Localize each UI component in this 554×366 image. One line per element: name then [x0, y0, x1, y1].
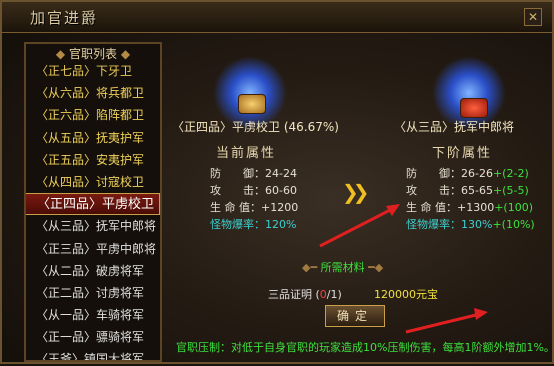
- stat-value: 24-24: [265, 167, 297, 180]
- material-count-have: 0: [319, 288, 327, 301]
- stat-label: 攻 击：: [210, 184, 265, 197]
- current-rank-progress: (46.67%): [283, 120, 339, 134]
- material-requirement: 三品证明 (0/1): [268, 288, 342, 301]
- next-crit: 怪物爆率：130%+(10%): [406, 216, 535, 232]
- next-hp: 生 命 值：+1300+(100): [406, 199, 533, 215]
- stat-label: 生 命 值：: [406, 201, 457, 214]
- next-rank-seal-icon: [460, 98, 488, 118]
- next-rank-label: 〈从三品〉抚军中郎将: [394, 120, 515, 134]
- ornament-icon: ◆━: [302, 261, 318, 274]
- rank-suppression-note: 官职压制：对低于自身官职的玩家造成10%压制伤害，每高1阶额外增加1%。: [176, 341, 554, 354]
- rank-list-item[interactable]: 〈正七品〉下牙卫: [30, 60, 156, 82]
- double-chevron-right-icon: ❯❯: [342, 180, 369, 204]
- stat-value: 130%: [461, 218, 493, 231]
- rank-list-item[interactable]: 〈从四品〉讨寇校卫: [30, 171, 156, 193]
- rank-list-item[interactable]: 〈正四品〉平虏校卫: [26, 193, 160, 216]
- rank-list-item[interactable]: 〈从二品〉破虏将军: [30, 260, 156, 282]
- rank-list-title: 官职列表: [68, 47, 117, 61]
- stat-value: +1300: [457, 201, 495, 214]
- stat-label: 生 命 值：: [210, 201, 261, 214]
- current-rank-seal-icon: [238, 94, 266, 114]
- current-rank-name: 〈正四品〉平虏校卫: [172, 120, 281, 134]
- rank-list-item[interactable]: 〈从六品〉将兵都卫: [30, 82, 156, 104]
- materials-title-text: 所需材料: [320, 261, 365, 274]
- stat-increase: +(100): [494, 201, 534, 214]
- close-icon[interactable]: ✕: [524, 8, 542, 26]
- window-title: 加官进爵: [30, 9, 99, 27]
- stat-label: 防 御：: [210, 167, 265, 180]
- current-attributes-title: 当前属性: [216, 146, 277, 161]
- current-attack: 攻 击：60-60: [210, 182, 297, 198]
- materials-title: ◆━ 所需材料 ━◆: [302, 259, 383, 275]
- confirm-button[interactable]: 确定: [325, 305, 385, 327]
- ornament-icon: ━◆: [368, 261, 384, 274]
- rank-list-item[interactable]: 〈正二品〉讨虏将军: [30, 282, 156, 304]
- stat-increase: +(2-2): [492, 167, 529, 180]
- material-count-need: 1: [330, 288, 338, 301]
- stat-value: 120%: [265, 218, 297, 231]
- next-attributes-title: 下阶属性: [432, 146, 493, 161]
- next-attack: 攻 击：65-65+(5-5): [406, 182, 529, 198]
- stat-label: 怪物爆率：: [406, 218, 461, 231]
- stat-increase: +(5-5): [492, 184, 529, 197]
- stat-label: 怪物爆率：: [210, 218, 265, 231]
- stat-value: 26-26: [461, 167, 493, 180]
- material-name: 三品证明: [268, 288, 312, 301]
- current-crit: 怪物爆率：120%: [210, 216, 296, 232]
- stat-label: 防 御：: [406, 167, 461, 180]
- stat-label: 攻 击：: [406, 184, 461, 197]
- promotion-window: 加官进爵 ✕ ◆ 官职列表 ◆ 〈正七品〉下牙卫 〈从六品〉将兵都卫 〈正六品〉陷阵…: [0, 0, 554, 364]
- current-hp: 生 命 值：+1200: [210, 199, 298, 215]
- rank-list: ◆ 官职列表 ◆ 〈正七品〉下牙卫 〈从六品〉将兵都卫 〈正六品〉陷阵都卫 〈从五品〉…: [24, 42, 162, 362]
- rank-list-item[interactable]: 〈从五品〉抚夷护军: [30, 127, 156, 149]
- stat-value: 65-65: [461, 184, 493, 197]
- next-defense: 防 御：26-26+(2-2): [406, 165, 529, 181]
- rank-list-item[interactable]: 〈正三品〉平虏中郎将: [30, 238, 156, 260]
- stat-increase: +(10%): [492, 218, 535, 231]
- current-rank-label: 〈正四品〉平虏校卫 (46.67%): [172, 118, 339, 135]
- ornament-icon: ◆: [55, 47, 66, 61]
- stat-value: +1200: [261, 201, 299, 214]
- stat-value: 60-60: [265, 184, 297, 197]
- rank-list-item[interactable]: 〈从三品〉抚军中郎将: [30, 215, 156, 237]
- ornament-icon: ◆: [120, 47, 131, 61]
- rank-list-items: 〈正七品〉下牙卫 〈从六品〉将兵都卫 〈正六品〉陷阵都卫 〈从五品〉抚夷护军 〈正五品〉…: [26, 60, 160, 360]
- title-bar: 加官进爵 ✕: [2, 2, 552, 33]
- rank-list-item[interactable]: 〈正一品〉骠骑将军: [30, 326, 156, 348]
- rank-list-item[interactable]: 〈从一品〉车骑将军: [30, 304, 156, 326]
- rank-list-item[interactable]: 〈正六品〉陷阵都卫: [30, 104, 156, 126]
- current-defense: 防 御：24-24: [210, 165, 297, 181]
- material-cost: 120000元宝: [374, 288, 438, 301]
- rank-list-item[interactable]: 〈王爷〉镇国大将军: [30, 348, 156, 360]
- rank-list-item[interactable]: 〈正五品〉安夷护军: [30, 149, 156, 171]
